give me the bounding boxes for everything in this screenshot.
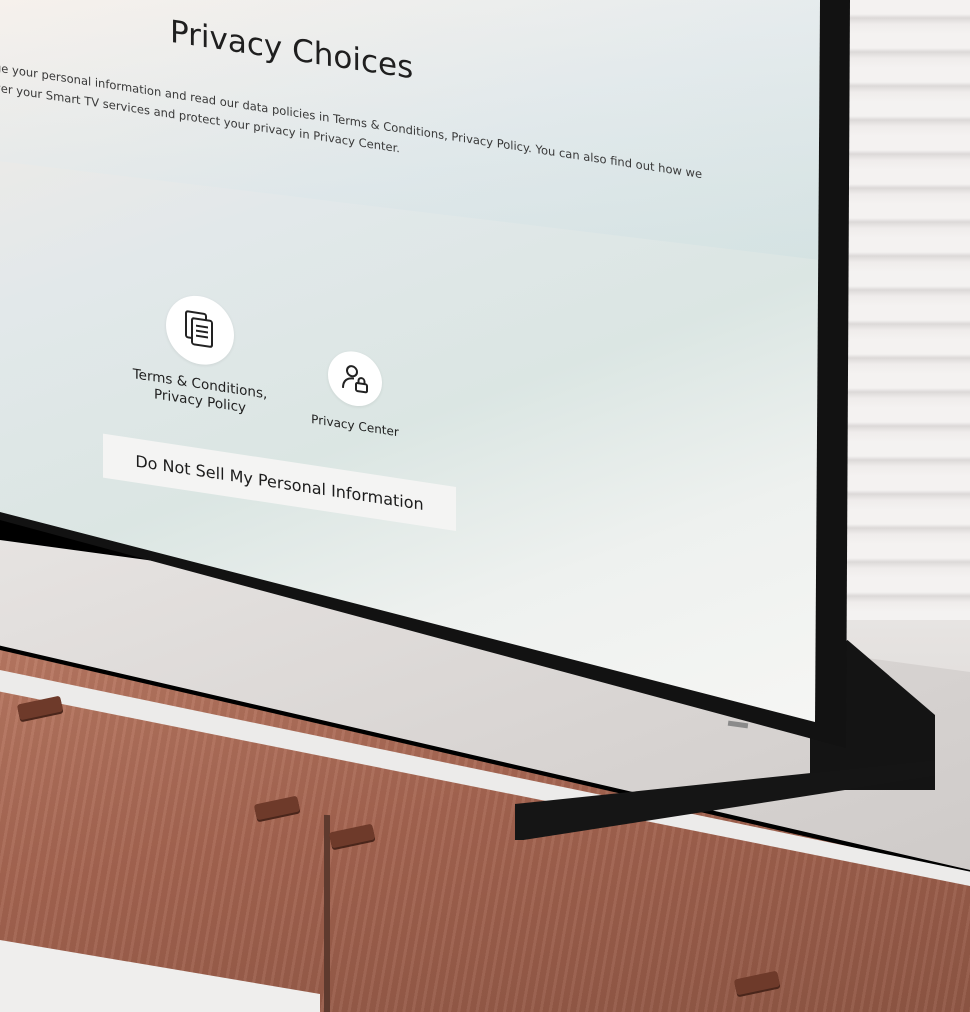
terms-option-circle[interactable] [166, 291, 234, 370]
privacy-center-label: Privacy Center [311, 412, 399, 440]
window-curtain [835, 0, 970, 720]
terms-privacy-option[interactable]: Terms & Conditions, Privacy Policy [110, 283, 290, 424]
do-not-sell-button[interactable]: Do Not Sell My Personal Information [103, 433, 456, 531]
document-stack-icon [185, 310, 213, 348]
user-lock-icon [342, 365, 368, 394]
page-description: ge your personal information and read ou… [0, 58, 702, 204]
tv-room-scene: Privacy Choices ge your personal informa… [0, 0, 970, 1012]
privacy-center-circle[interactable] [328, 347, 382, 410]
privacy-center-option[interactable]: Privacy Center [300, 343, 410, 443]
terms-option-label: Terms & Conditions, Privacy Policy [110, 363, 290, 424]
description-line: ver your Smart TV services and protect y… [0, 80, 400, 156]
page-title: Privacy Choices [170, 13, 414, 87]
cabinet-door-gap [324, 814, 330, 1012]
